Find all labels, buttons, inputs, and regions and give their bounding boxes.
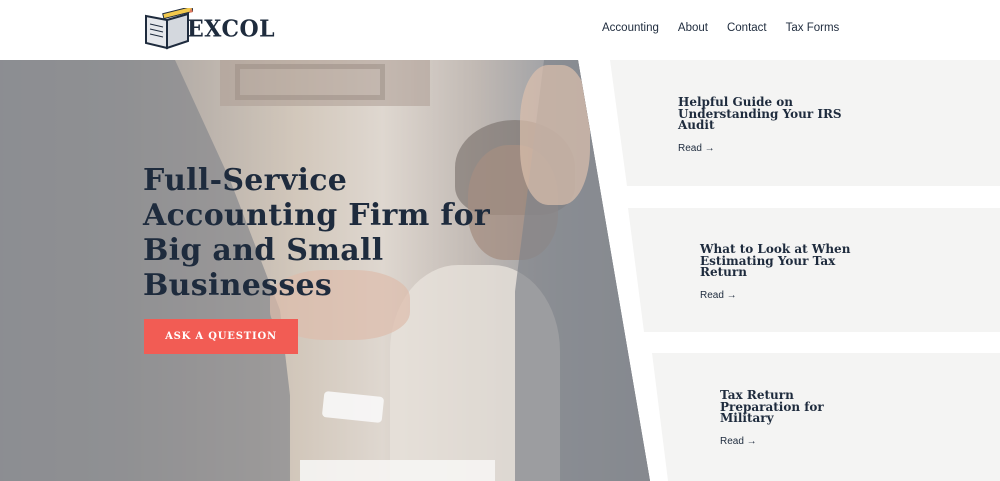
article-card[interactable]: Helpful Guide on Understanding Your IRS … [610, 60, 1000, 186]
nav-accounting[interactable]: Accounting [602, 22, 659, 34]
article-cards: Helpful Guide on Understanding Your IRS … [0, 60, 1000, 481]
brand-name: EXCOL [187, 15, 276, 43]
read-link[interactable]: Read → [720, 436, 757, 447]
book-pencil-icon [145, 8, 193, 50]
nav-about[interactable]: About [678, 22, 708, 34]
article-title: Tax Return Preparation for Military [720, 388, 824, 425]
article-card[interactable]: What to Look at When Estimating Your Tax… [628, 208, 1000, 332]
site-header: EXCOL Accounting About Contact Tax Forms [0, 0, 1000, 60]
article-title: Helpful Guide on Understanding Your IRS … [678, 95, 842, 132]
hero-section: Full-Service Accounting Firm for Big and… [0, 60, 1000, 481]
nav-contact[interactable]: Contact [727, 22, 767, 34]
site-logo[interactable]: EXCOL [143, 8, 275, 50]
nav-tax-forms[interactable]: Tax Forms [786, 22, 840, 34]
read-link[interactable]: Read → [700, 290, 737, 301]
main-nav: Accounting About Contact Tax Forms [602, 22, 858, 34]
article-card[interactable]: Tax Return Preparation for Military Read… [652, 353, 1000, 481]
article-title: What to Look at When Estimating Your Tax… [700, 242, 851, 279]
read-link[interactable]: Read → [678, 143, 715, 154]
